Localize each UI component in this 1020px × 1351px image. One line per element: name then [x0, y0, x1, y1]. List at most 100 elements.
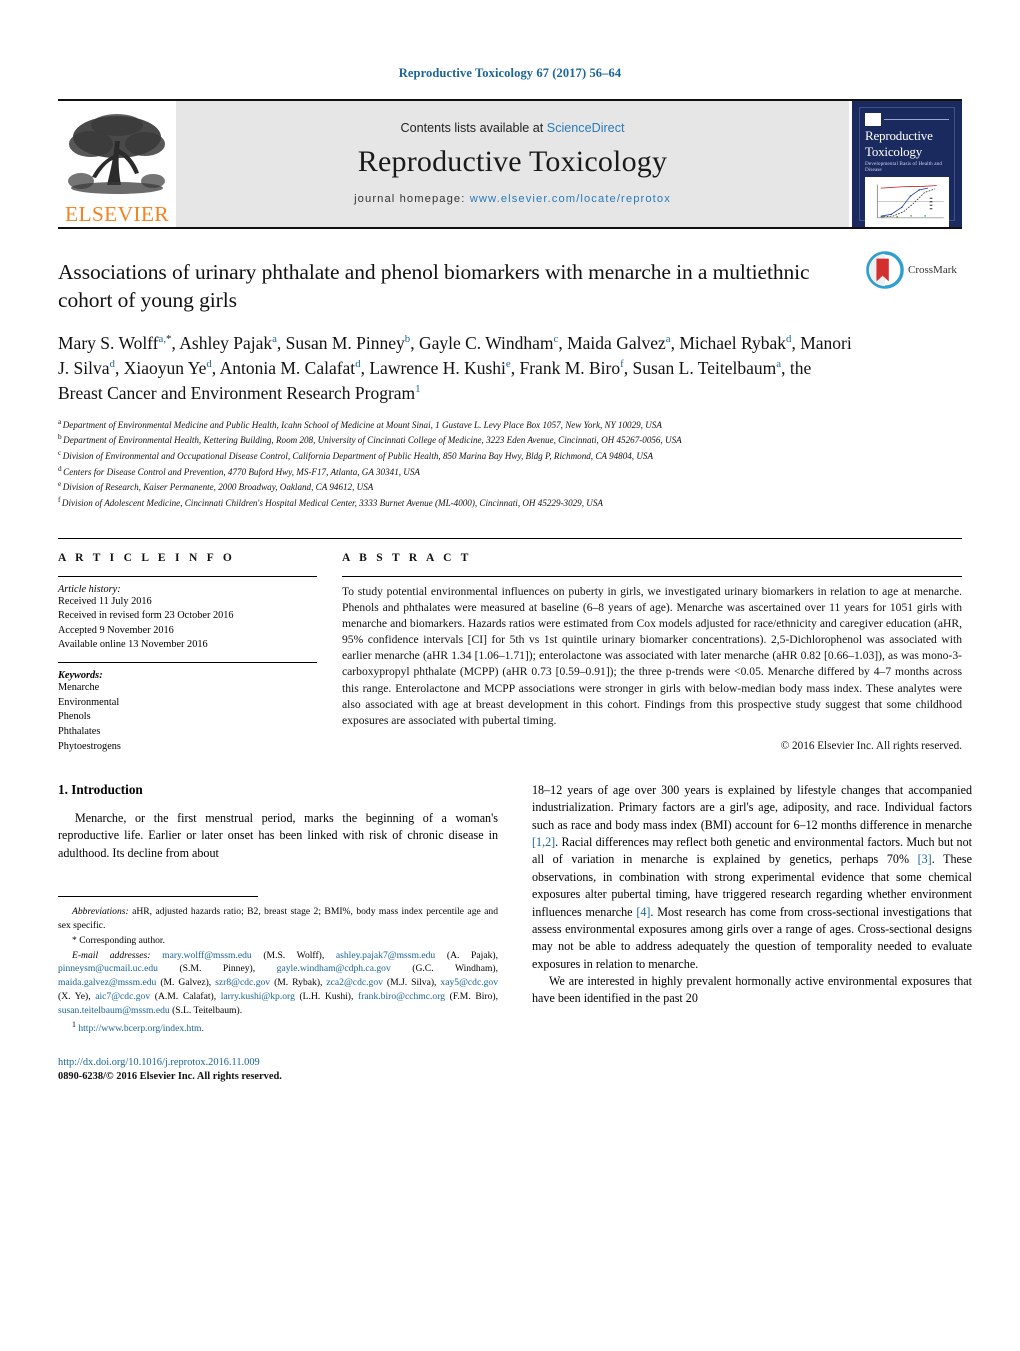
keyword-item: Phenols	[58, 711, 91, 723]
contents-available-line: Contents lists available at ScienceDirec…	[400, 121, 624, 135]
abstract-text: To study potential environmental influen…	[342, 585, 962, 727]
affiliation-item: f Division of Adolescent Medicine, Cincin…	[58, 496, 603, 509]
email-link[interactable]: pinneysm@ucmail.uc.edu	[58, 963, 158, 974]
keyword-item: Environmental	[58, 696, 120, 708]
abstract-rule-top	[342, 576, 962, 578]
article-history-item: Received in revised form 23 October 2016	[58, 610, 234, 622]
email-link[interactable]: ashley.pajak7@mssm.edu	[336, 950, 435, 961]
bcerp-url-link[interactable]: http://www.bcerp.org/index.htm.	[78, 1023, 204, 1034]
article-history-label: Article history:	[58, 584, 121, 596]
email-link[interactable]: zca2@cdc.gov	[326, 977, 383, 988]
running-head: Reproductive Toxicology 67 (2017) 56–64	[398, 66, 622, 80]
email-owner-name: (M.S. Wolff),	[251, 949, 336, 961]
intro-left-paragraph: Menarche, or the first menstrual period,…	[58, 811, 498, 860]
article-history-item: Received 11 July 2016	[58, 596, 152, 608]
article-info-rule-top	[58, 576, 317, 578]
abbreviations-label: Abbreviations:	[72, 906, 129, 918]
crossmark-icon	[866, 251, 904, 289]
footnote-separator	[58, 896, 258, 905]
citation-ref-3[interactable]: [3]	[918, 852, 932, 866]
email-owner-name: (M. Rybak),	[270, 977, 327, 989]
intro-right-seg-a: 18–12 years of age over 300 years is exp…	[532, 783, 972, 832]
email-link[interactable]: gayle.windham@cdph.ca.gov	[277, 963, 391, 974]
cover-line-chart-icon	[865, 179, 949, 226]
affiliation-marker: e	[58, 480, 62, 489]
keyword-item: Menarche	[58, 682, 100, 694]
email-owner-name: (S.L. Teitelbaum).	[169, 1004, 243, 1016]
email-owner-name: (L.H. Kushi),	[294, 991, 359, 1003]
section-heading-introduction: 1. Introduction	[58, 782, 143, 798]
keywords-rule	[58, 662, 317, 664]
email-owner-name: (F.M. Biro),	[445, 991, 498, 1003]
sciencedirect-link[interactable]: ScienceDirect	[547, 121, 625, 135]
citation-ref-1-2[interactable]: [1,2]	[532, 835, 555, 849]
keyword-item: Phthalates	[58, 725, 101, 737]
affiliation-marker: a	[58, 417, 62, 426]
affiliation-marker: b	[58, 433, 62, 442]
email-link[interactable]: xay5@cdc.gov	[440, 977, 498, 988]
affiliation-item: c Division of Environmental and Occupatio…	[58, 448, 654, 461]
email-link[interactable]: mary.wolff@mssm.edu	[162, 950, 252, 961]
email-link[interactable]: susan.teitelbaum@mssm.edu	[58, 1005, 170, 1016]
intro-right-paragraph-1: 18–12 years of age over 300 years is exp…	[532, 782, 972, 973]
affiliation-item: d Centers for Disease Control and Prevent…	[58, 464, 420, 477]
citation-ref-4[interactable]: [4]	[636, 905, 650, 919]
doi-block: http://dx.doi.org/10.1016/j.reprotox.201…	[58, 1056, 498, 1085]
crossmark-label: CrossMark	[908, 264, 957, 276]
page-title: Associations of urinary phthalate and ph…	[58, 260, 810, 312]
issn-copyright-line: 0890-6238/© 2016 Elsevier Inc. All right…	[58, 1071, 282, 1083]
body-two-columns: 1. Introduction Menarche, or the first m…	[58, 782, 972, 1085]
affiliation-marker: f	[58, 496, 61, 505]
masthead-bottom-rule	[58, 227, 962, 229]
email-owner-name: (M. Galvez),	[156, 977, 216, 989]
intro-right-seg-b: . Racial differences may reflect both ge…	[532, 835, 972, 867]
article-first-page: Reproductive Toxicology 67 (2017) 56–64	[0, 0, 1020, 1351]
affiliation-item: a Department of Environmental Medicine an…	[58, 417, 662, 430]
copyright-line: © 2016 Elsevier Inc. All rights reserved…	[780, 739, 962, 752]
doi-link[interactable]: http://dx.doi.org/10.1016/j.reprotox.201…	[58, 1056, 498, 1071]
article-history-item: Accepted 9 November 2016	[58, 624, 174, 636]
email-link[interactable]: larry.kushi@kp.org	[221, 991, 295, 1002]
footnote-marker-1: 1	[72, 1019, 76, 1029]
email-owner-name: (G.C. Windham),	[390, 963, 499, 975]
masthead-center: Contents lists available at ScienceDirec…	[176, 101, 849, 227]
cover-title-line1: Reproductive	[865, 128, 933, 143]
email-addresses-label: E-mail addresses:	[72, 949, 151, 961]
article-info-column: A R T I C L E I N F O Article history: R…	[58, 539, 335, 754]
article-history-item: Available online 13 November 2016	[58, 638, 208, 650]
homepage-prefix: journal homepage:	[354, 193, 470, 205]
body-right-column: 18–12 years of age over 300 years is exp…	[532, 782, 972, 1085]
keywords-label: Keywords:	[58, 670, 103, 682]
abstract-column: A B S T R A C T To study potential envir…	[335, 539, 962, 754]
cover-issn-box	[865, 113, 881, 126]
email-link[interactable]: aic7@cdc.gov	[95, 991, 150, 1002]
journal-title: Reproductive Toxicology	[357, 145, 668, 178]
affiliation-marker: d	[58, 464, 62, 473]
journal-cover-thumbnail: Reproductive Toxicology Developmental Ba…	[849, 101, 962, 227]
email-link[interactable]: frank.biro@cchmc.org	[358, 991, 445, 1002]
cover-top-rule	[884, 119, 949, 120]
keyword-item: Phytoestrogens	[58, 740, 121, 752]
journal-homepage-line: journal homepage: www.elsevier.com/locat…	[354, 193, 671, 205]
affiliation-marker: c	[58, 448, 62, 457]
affiliation-item: e Division of Research, Kaiser Permanente…	[58, 480, 374, 493]
email-owner-name: (X. Ye),	[58, 991, 96, 1003]
elsevier-tree-icon	[68, 113, 165, 194]
crossmark-badge[interactable]: CrossMark	[866, 251, 962, 289]
article-info-heading: A R T I C L E I N F O	[58, 552, 236, 565]
info-abstract-section: A R T I C L E I N F O Article history: R…	[58, 538, 962, 754]
journal-masthead: ELSEVIER Contents lists available at Sci…	[58, 99, 962, 227]
email-owner-name: (S.M. Pinney),	[157, 963, 277, 975]
title-block: Associations of urinary phthalate and ph…	[58, 251, 962, 315]
email-link[interactable]: szr8@cdc.gov	[215, 977, 270, 988]
affiliation-item: b Department of Environmental Health, Ket…	[58, 433, 682, 446]
footnote-bcerp-url: 1 http://www.bcerp.org/index.htm.	[58, 1019, 498, 1036]
body-left-column: 1. Introduction Menarche, or the first m…	[58, 782, 498, 1085]
elsevier-logo: ELSEVIER	[58, 101, 176, 227]
footnote-corresponding-author: * Corresponding author.	[72, 934, 165, 946]
author-list: Mary S. Wolffa,*, Ashley Pajaka, Susan M…	[58, 333, 852, 403]
email-link[interactable]: maida.galvez@mssm.edu	[58, 977, 156, 988]
footnote-abbreviations: Abbreviations: aHR, adjusted hazards rat…	[58, 905, 498, 933]
cover-title-line2: Toxicology	[865, 144, 923, 160]
homepage-url-link[interactable]: www.elsevier.com/locate/reprotox	[470, 193, 671, 205]
